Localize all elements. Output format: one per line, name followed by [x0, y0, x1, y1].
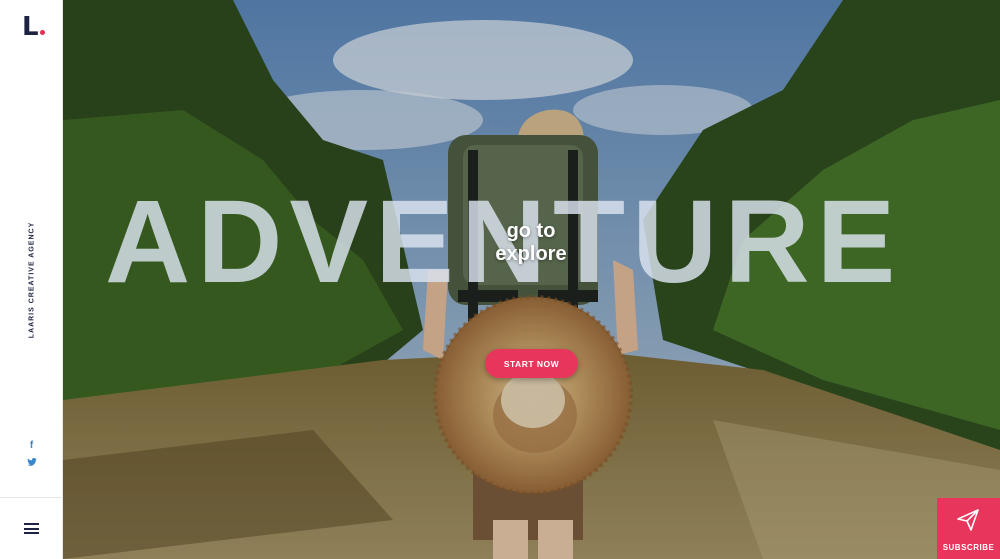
logo-dot — [39, 30, 45, 35]
tagline-line-1: go to — [506, 220, 556, 242]
tagline-line-2: explore — [495, 243, 567, 265]
start-now-button[interactable]: START NOW — [485, 349, 578, 378]
menu-divider — [0, 497, 63, 498]
hero-section: ADVENTURE go to explore START NOW — [63, 0, 1000, 559]
hamburger-menu-icon[interactable] — [24, 523, 39, 534]
subscribe-button[interactable]: SUBSCRIBE — [937, 498, 1000, 559]
hero-tagline: go to explore — [481, 220, 581, 266]
sidebar: L LAARIS CREATIVE AGENCY f — [0, 0, 63, 559]
paper-plane-icon — [957, 509, 979, 531]
site-logo[interactable]: L — [22, 14, 45, 40]
subscribe-label: SUBSCRIBE — [942, 543, 995, 552]
twitter-icon[interactable] — [0, 458, 63, 469]
agency-tagline: LAARIS CREATIVE AGENCY — [28, 221, 36, 339]
facebook-icon[interactable]: f — [0, 440, 63, 451]
